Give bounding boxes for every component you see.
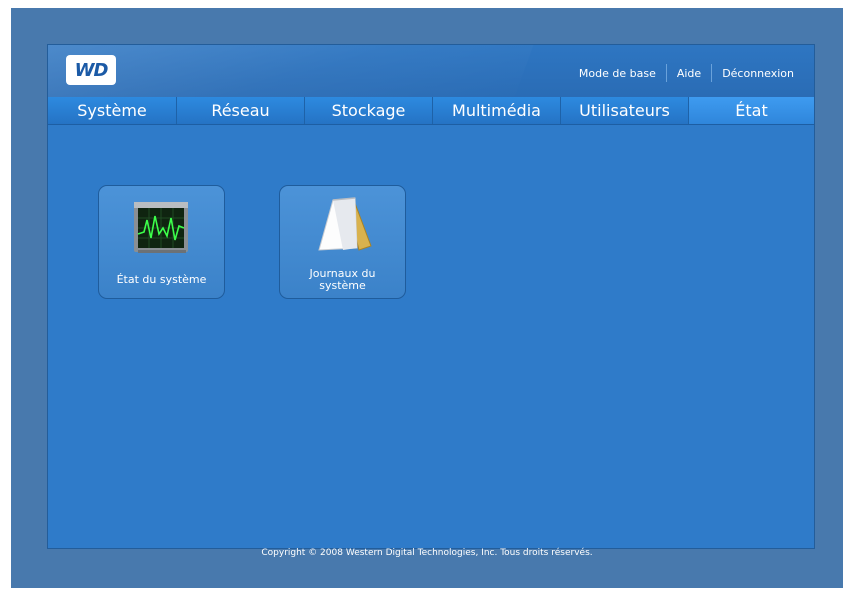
page-frame: WD Mode de base Aide Déconnexion Système… bbox=[11, 8, 843, 588]
tab-reseau[interactable]: Réseau bbox=[177, 97, 305, 124]
system-status-label: État du système bbox=[116, 273, 207, 286]
header-bar: WD Mode de base Aide Déconnexion bbox=[48, 45, 814, 97]
header-sheen bbox=[48, 45, 545, 97]
tab-utilisateurs[interactable]: Utilisateurs bbox=[561, 97, 689, 124]
system-logs-label-line2: système bbox=[319, 279, 366, 292]
system-status-button[interactable]: État du système bbox=[98, 185, 225, 299]
logout-link[interactable]: Déconnexion bbox=[712, 67, 804, 80]
top-links: Mode de base Aide Déconnexion bbox=[569, 64, 804, 82]
copyright-text: Copyright © 2008 Western Digital Technol… bbox=[261, 548, 593, 558]
main-tabs: Système Réseau Stockage Multimédia Utili… bbox=[48, 97, 814, 125]
system-logs-label: Journaux du système bbox=[280, 268, 405, 292]
tab-multimedia[interactable]: Multimédia bbox=[433, 97, 561, 124]
tab-systeme[interactable]: Système bbox=[48, 97, 177, 124]
main-panel: WD Mode de base Aide Déconnexion Système… bbox=[47, 44, 815, 549]
help-link[interactable]: Aide bbox=[667, 67, 711, 80]
wd-logo[interactable]: WD bbox=[66, 55, 116, 85]
system-logs-button[interactable]: Journaux du système bbox=[279, 185, 406, 299]
tab-stockage[interactable]: Stockage bbox=[305, 97, 433, 124]
notepad-icon bbox=[318, 197, 372, 251]
tab-etat[interactable]: État bbox=[689, 97, 814, 124]
basic-mode-link[interactable]: Mode de base bbox=[569, 67, 666, 80]
system-monitor-icon bbox=[134, 202, 188, 253]
